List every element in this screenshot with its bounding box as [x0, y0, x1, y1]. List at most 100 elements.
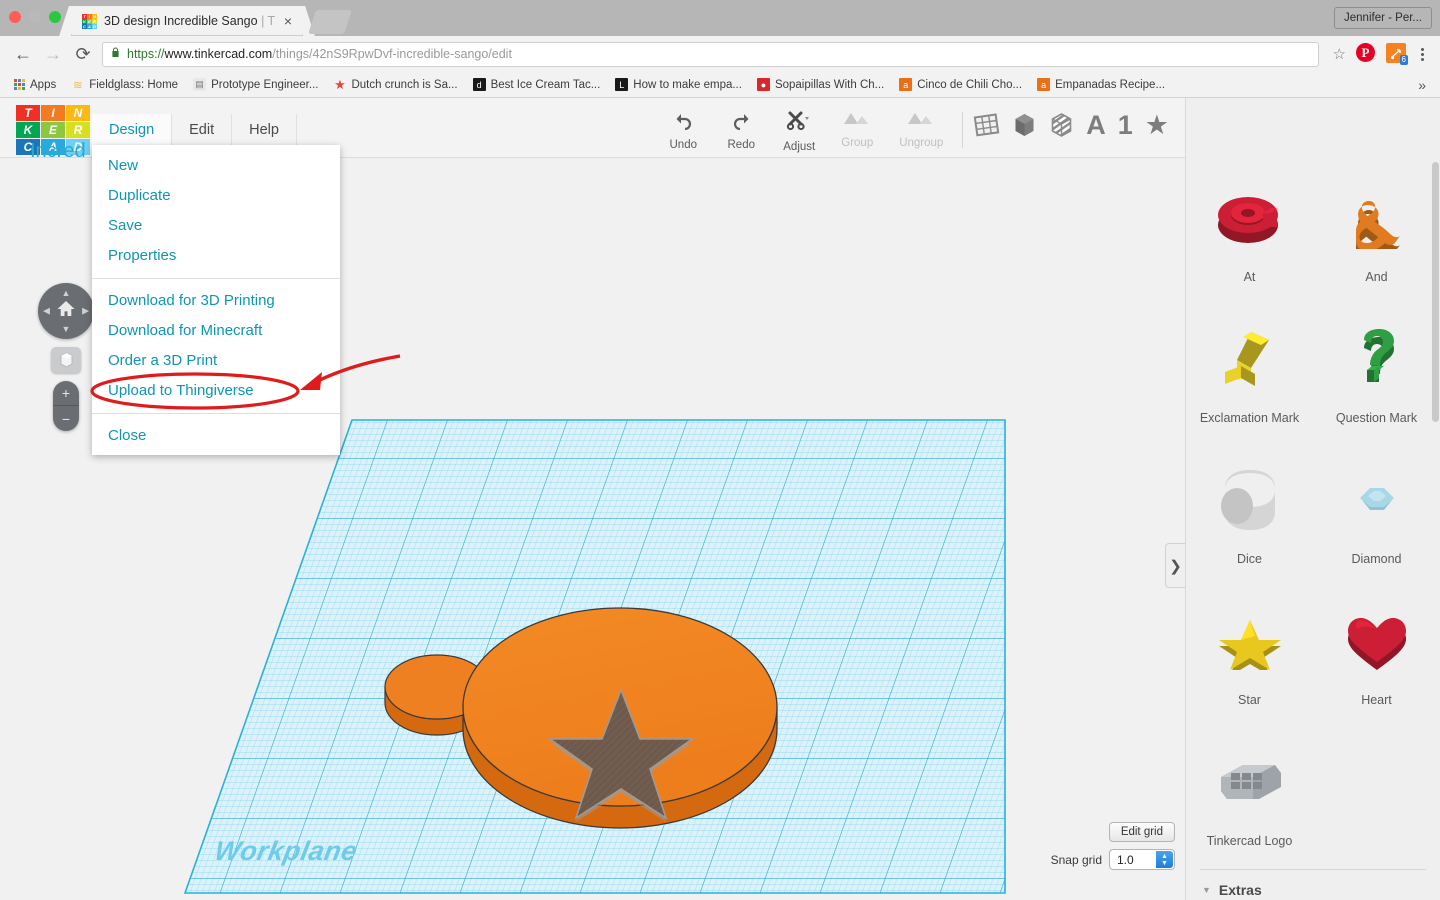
menu-design[interactable]: Design: [92, 114, 172, 147]
undo-button[interactable]: Undo: [654, 106, 712, 151]
ungroup-label: Ungroup: [899, 137, 944, 149]
shape-at[interactable]: At: [1186, 160, 1313, 301]
menu-item-duplicate[interactable]: Duplicate: [92, 181, 340, 211]
shape-exclamation-mark[interactable]: Exclamation Mark: [1186, 301, 1313, 442]
menu-help[interactable]: Help: [231, 114, 296, 147]
bookmark-2[interactable]: ▤ Prototype Engineer...: [187, 76, 324, 93]
tab-title-suffix: | T: [261, 14, 276, 28]
bookmark-label: Sopaipillas With Ch...: [774, 78, 885, 91]
shape-tinkercad-logo[interactable]: Tinkercad Logo: [1186, 724, 1313, 865]
bookmark-7[interactable]: a Cinco de Chili Cho...: [893, 76, 1028, 93]
number-icon[interactable]: 1: [1118, 112, 1133, 139]
back-button[interactable]: ←: [8, 40, 38, 68]
menu-item-save[interactable]: Save: [92, 211, 340, 241]
allrecipes-icon: a: [1037, 78, 1051, 91]
bookmarks-bar: Apps ≋ Fieldglass: Home ▤ Prototype Engineer…: [0, 72, 1440, 98]
bookmark-1[interactable]: ≋ Fieldglass: Home: [65, 76, 184, 93]
panel-expand-handle[interactable]: ❯: [1165, 543, 1185, 588]
reload-button[interactable]: ⟳: [68, 40, 98, 68]
url-scheme: https://: [127, 47, 165, 61]
snap-grid-stepper-icon[interactable]: ▲ ▼: [1156, 851, 1173, 868]
home-view-icon[interactable]: [57, 300, 76, 322]
star-icon: ★: [334, 76, 346, 92]
tab-title: 3D design Incredible Sango | T: [104, 14, 276, 28]
view-nav-disc[interactable]: ▲ ▼ ◀ ▶: [38, 283, 94, 339]
workplane-icon[interactable]: [973, 112, 1000, 138]
grid-controls: Edit grid Snap grid 1.0 ▲ ▼: [1051, 822, 1175, 870]
menu-item-upload-to-thingiverse[interactable]: Upload to Thingiverse: [92, 376, 340, 406]
shape-heart[interactable]: Heart: [1313, 583, 1440, 724]
sidebar-scrollbar[interactable]: [1432, 158, 1439, 900]
extras-section-header[interactable]: ▼ Extras: [1186, 874, 1440, 900]
redo-icon: [731, 110, 752, 135]
bookmark-6[interactable]: ● Sopaipillas With Ch...: [751, 76, 890, 93]
bookmark-8[interactable]: a Empanadas Recipe...: [1031, 76, 1171, 93]
food-icon: ●: [756, 78, 770, 91]
shape-label: Heart: [1361, 693, 1392, 707]
nav-up-arrow-icon[interactable]: ▲: [62, 288, 71, 298]
address-bar[interactable]: https://www.tinkercad.com/things/42nS9Rp…: [102, 41, 1319, 67]
ungroup-icon: [906, 110, 936, 133]
shape-dice[interactable]: Dice: [1186, 442, 1313, 583]
bookmark-5[interactable]: L How to make empa...: [609, 76, 748, 93]
menu-item-close[interactable]: Close: [92, 421, 340, 451]
pinterest-extension-icon[interactable]: P: [1356, 43, 1378, 65]
new-tab-button[interactable]: [308, 10, 352, 34]
shape-star[interactable]: Star: [1186, 583, 1313, 724]
nav-down-arrow-icon[interactable]: ▼: [62, 324, 71, 334]
bookmark-star-icon[interactable]: ☆: [1327, 45, 1352, 63]
zoom-in-button[interactable]: +: [53, 381, 79, 406]
bookmark-label: Fieldglass: Home: [89, 78, 179, 91]
menu-item-properties[interactable]: Properties: [92, 241, 340, 271]
hole-cube-icon[interactable]: [1049, 112, 1074, 138]
bookmarks-overflow-button[interactable]: »: [1412, 77, 1432, 93]
zoom-out-button[interactable]: −: [53, 406, 79, 431]
bookmark-0[interactable]: Apps: [8, 77, 62, 93]
tinkercad-favicon: TINKERCAD: [82, 13, 97, 29]
redo-button[interactable]: Redo: [712, 106, 770, 151]
menu-edit[interactable]: Edit: [171, 114, 231, 147]
menu-item-download-for-minecraft[interactable]: Download for Minecraft: [92, 316, 340, 346]
minimize-window-button[interactable]: [29, 11, 41, 23]
logo-tile-k: K: [16, 122, 40, 138]
apps-grid-icon: [14, 79, 25, 90]
browser-menu-button[interactable]: [1412, 47, 1432, 61]
edit-grid-button[interactable]: Edit grid: [1108, 822, 1175, 842]
browser-tab[interactable]: TINKERCAD 3D design Incredible Sango | T…: [72, 6, 302, 36]
browser-tab-bar: TINKERCAD 3D design Incredible Sango | T…: [0, 0, 1440, 36]
maximize-window-button[interactable]: [49, 11, 61, 23]
profile-button[interactable]: Jennifer - Per...: [1334, 7, 1432, 29]
shape-diamond[interactable]: Diamond: [1313, 442, 1440, 583]
fit-to-view-button[interactable]: [51, 347, 81, 373]
shape-question-mark[interactable]: Question Mark: [1313, 301, 1440, 442]
menu-item-download-for-3d-printing[interactable]: Download for 3D Printing: [92, 286, 340, 316]
bookmark-3[interactable]: ★ Dutch crunch is Sa...: [327, 76, 463, 93]
browser-toolbar: ← → ⟳ https://www.tinkercad.com/things/4…: [0, 36, 1440, 72]
shape-tool-group: A 1 ★: [973, 106, 1185, 139]
tab-close-button[interactable]: ×: [280, 14, 296, 28]
bookmark-label: Dutch crunch is Sa...: [351, 78, 458, 91]
close-window-button[interactable]: [9, 11, 21, 23]
dropdown-separator: [92, 413, 340, 414]
nav-right-arrow-icon[interactable]: ▶: [82, 306, 89, 317]
menu-item-order-a-3d-print[interactable]: Order a 3D Print: [92, 346, 340, 376]
text-icon[interactable]: A: [1086, 112, 1106, 139]
solid-cube-icon[interactable]: [1012, 112, 1037, 138]
forward-button[interactable]: →: [38, 40, 68, 68]
menu-item-new[interactable]: New: [92, 151, 340, 181]
bookmark-4[interactable]: d Best Ice Cream Tac...: [467, 76, 607, 93]
snap-grid-select[interactable]: 1.0 ▲ ▼: [1109, 849, 1175, 870]
adjust-button[interactable]: Adjust: [770, 106, 828, 153]
star-shape-icon[interactable]: ★: [1145, 112, 1169, 139]
screenshot-root: TINKERCAD 3D design Incredible Sango | T…: [0, 0, 1440, 900]
at-shape-icon: [1211, 166, 1289, 270]
logo-tile-r: R: [66, 122, 90, 138]
dropdown-separator: [92, 278, 340, 279]
extension-icon[interactable]: 6: [1386, 43, 1408, 65]
shape-and[interactable]: And: [1313, 160, 1440, 301]
undo-icon: [673, 110, 694, 135]
nav-left-arrow-icon[interactable]: ◀: [43, 306, 50, 317]
extension-glyph: 6: [1386, 43, 1408, 65]
tinkercad-logo-shape-icon: [1211, 730, 1289, 834]
app-toolbar: Undo Redo Adjust Group Ungroup A 1 ★: [654, 106, 1185, 153]
